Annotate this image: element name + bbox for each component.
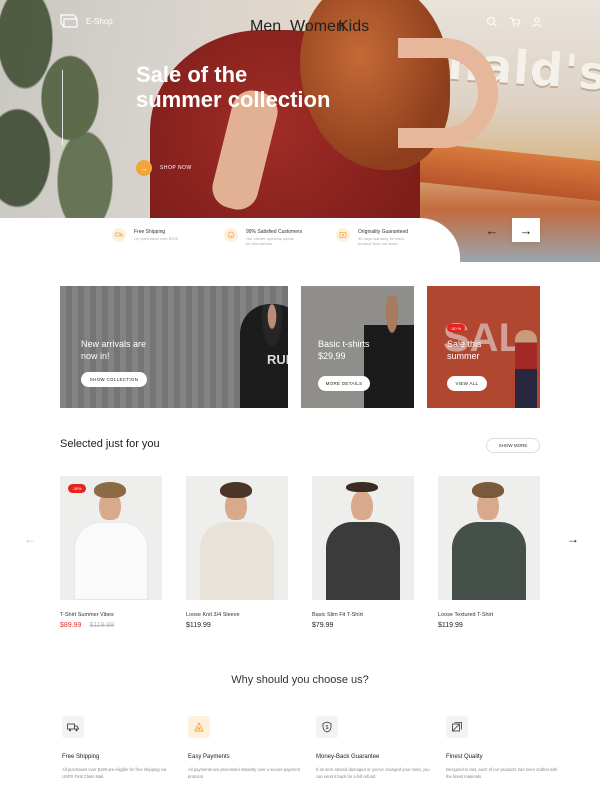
feature-title: 99% Satisfied Customers [246, 229, 303, 235]
nav-link-women[interactable]: Women [290, 18, 345, 36]
why-item-title: Money-Back Guarantee [316, 754, 380, 760]
logo-icon [60, 14, 78, 28]
promo-summer-sale[interactable]: SAL -50 % Sale this summer VIEW ALL [427, 286, 540, 408]
product-price: $119.99 [438, 622, 463, 629]
truck-icon [112, 228, 126, 242]
hero-divider [62, 70, 63, 145]
product-shirt [452, 522, 526, 600]
carousel-prev-arrow-icon[interactable]: ← [24, 532, 36, 546]
search-icon[interactable] [486, 16, 498, 28]
feature-desc: Our clients' opinions speak for themselv… [246, 236, 294, 246]
quality-icon [446, 716, 468, 738]
promo-title: Basic t-shirts $29,99 [318, 339, 370, 361]
feature-originality: Originality Guaranteed 30 days warranty … [336, 228, 414, 246]
product-image[interactable] [438, 476, 540, 600]
product-card[interactable]: Loose Textured T-Shirt $119.99 [438, 476, 540, 629]
cart-icon[interactable] [509, 16, 521, 28]
original-price: $119.99 [89, 622, 115, 629]
hero-title: Sale of the summer collection [136, 62, 331, 112]
feature-title: Free Shipping [134, 229, 166, 235]
why-item-money-back: $ Money-Back Guarantee If an item arrive… [316, 716, 432, 780]
show-collection-button[interactable]: SHOW COLLECTION [81, 372, 147, 387]
product-model-hair [346, 482, 378, 492]
brand-name: E-Shop [86, 16, 113, 26]
discount-badge: -50 % [447, 324, 465, 332]
logo[interactable]: E-Shop [60, 14, 113, 28]
view-all-button[interactable]: VIEW ALL [447, 376, 487, 391]
product-shirt [200, 522, 274, 600]
shop-now-button[interactable]: → SHOP NOW [136, 160, 192, 176]
feature-desc: 30 days warranty for each product from o… [358, 236, 405, 246]
more-details-button[interactable]: MORE DETAILS [318, 376, 370, 391]
product-shirt [326, 522, 400, 600]
top-nav: E-Shop Men Women Kids [0, 0, 600, 44]
product-price: $89.99 $119.99 [60, 622, 162, 629]
user-icon[interactable] [531, 16, 543, 28]
discount-badge: -30% [68, 484, 86, 493]
product-shirt [74, 522, 148, 600]
product-card[interactable]: Loose Knit 3/4 Sleeve $119.99 [186, 476, 288, 629]
hero-next-arrow-icon[interactable]: → [512, 218, 540, 242]
product-model-hair [220, 482, 252, 498]
shop-now-label: SHOP NOW [160, 165, 192, 171]
feature-free-shipping: Free Shipping On purchases over $199 [112, 228, 194, 242]
why-section-title: Why should you choose us? [231, 674, 369, 686]
nav-link-kids[interactable]: Kids [338, 18, 369, 36]
money-back-icon: $ [316, 716, 338, 738]
arrow-right-icon: → [136, 160, 152, 176]
nav-link-men[interactable]: Men [250, 18, 281, 36]
why-item-desc: Designed to last, each of our products h… [446, 767, 558, 779]
svg-text:$: $ [326, 725, 329, 731]
truck-icon [62, 716, 84, 738]
why-item-finest-quality: Finest Quality Designed to last, each of… [446, 716, 562, 780]
product-price: $79.99 [312, 622, 334, 629]
why-item-desc: All purchases over $199 are eligible for… [62, 767, 167, 779]
product-card[interactable]: -30% T-Shirt Summer Vibes $89.99 $119.99 [60, 476, 162, 629]
promo-basic-tshirts[interactable]: Basic t-shirts $29,99 MORE DETAILS [301, 286, 414, 408]
payment-icon [188, 716, 210, 738]
certificate-icon [336, 228, 350, 242]
product-image[interactable]: -30% [60, 476, 162, 600]
section-title: Selected just for you [60, 438, 160, 450]
smile-icon [224, 228, 238, 242]
feature-title: Originality Guaranteed [358, 229, 409, 235]
product-model-hair [94, 482, 126, 498]
feature-satisfied-customers: 99% Satisfied Customers Our clients' opi… [224, 228, 302, 246]
hero-prev-arrow-icon[interactable]: ← [478, 218, 506, 242]
why-item-desc: All payments are processed instantly ove… [188, 767, 300, 779]
promo-title: New arrivals are now in! [81, 339, 147, 361]
product-card[interactable]: Basic Slim Fit T-Shirt $79.99 [312, 476, 414, 629]
why-item-title: Finest Quality [446, 754, 483, 760]
promo-title: Sale this summer [447, 339, 482, 361]
why-item-free-shipping: Free Shipping All purchases over $199 ar… [62, 716, 178, 780]
product-name[interactable]: Basic Slim Fit T-Shirt [312, 612, 414, 618]
why-item-desc: If an item arrived damaged or you've cha… [316, 767, 430, 779]
product-model-hair [472, 482, 504, 498]
product-image[interactable] [186, 476, 288, 600]
promo-new-arrivals[interactable]: RUN New arrivals are now in! SHOW COLLEC… [60, 286, 288, 408]
why-item-title: Easy Payments [188, 754, 230, 760]
carousel-next-arrow-icon[interactable]: → [567, 532, 579, 546]
product-name[interactable]: T-Shirt Summer Vibes [60, 612, 162, 618]
product-name[interactable]: Loose Knit 3/4 Sleeve [186, 612, 288, 618]
product-name[interactable]: Loose Textured T-Shirt [438, 612, 540, 618]
product-image[interactable] [312, 476, 414, 600]
why-item-title: Free Shipping [62, 754, 100, 760]
why-item-easy-payments: Easy Payments All payments are processed… [188, 716, 304, 780]
show-more-button[interactable]: SHOW MORE [486, 438, 540, 453]
feature-desc: On purchases over $199 [134, 236, 178, 241]
product-price: $119.99 [186, 622, 211, 629]
sale-price: $89.99 [60, 622, 82, 629]
